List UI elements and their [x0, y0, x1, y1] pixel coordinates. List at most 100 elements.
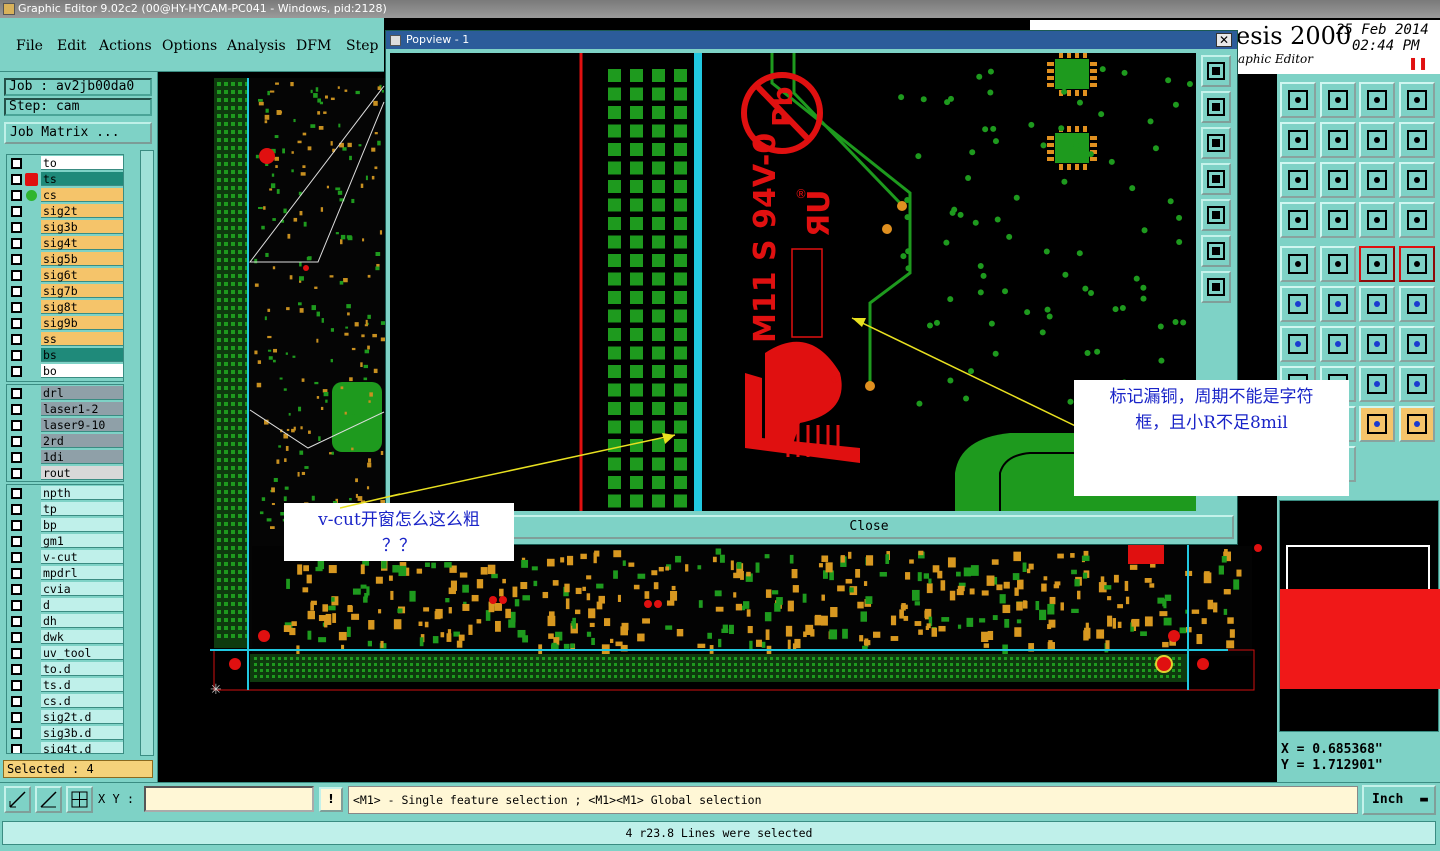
- zoom-home-icon[interactable]: [4, 786, 31, 813]
- xy-input[interactable]: [144, 786, 314, 812]
- layer-checkbox[interactable]: [11, 744, 22, 753]
- layer-row[interactable]: sig6t: [7, 268, 125, 283]
- center-icon[interactable]: [1320, 162, 1356, 198]
- zoom-out-icon[interactable]: [1201, 127, 1231, 159]
- layer-row[interactable]: bp: [7, 518, 123, 533]
- layer-checkbox[interactable]: [11, 350, 22, 361]
- layer-checkbox[interactable]: [11, 174, 22, 185]
- layer-row[interactable]: sig2t.d: [7, 710, 123, 725]
- layer-row[interactable]: drl: [7, 386, 125, 401]
- node-icon[interactable]: [1359, 286, 1395, 322]
- layer-checkbox[interactable]: [11, 206, 22, 217]
- layer-row[interactable]: laser1-2: [7, 402, 125, 417]
- layer-checkbox[interactable]: [11, 318, 22, 329]
- recenter-icon[interactable]: [1201, 271, 1231, 303]
- zoom-fit-icon[interactable]: [1201, 55, 1231, 87]
- filter-icon[interactable]: [1399, 202, 1435, 238]
- layer-row[interactable]: sig9b: [7, 316, 125, 331]
- layer-row[interactable]: sig2t: [7, 204, 125, 219]
- layer-checkbox[interactable]: [11, 270, 22, 281]
- fit-icon[interactable]: [1280, 162, 1316, 198]
- layer-row[interactable]: gm1: [7, 534, 123, 549]
- layer-row[interactable]: sig3b.d: [7, 726, 123, 741]
- move-right-icon[interactable]: [1320, 122, 1356, 158]
- layer-row[interactable]: npth: [7, 486, 123, 501]
- layer-row[interactable]: ts: [7, 172, 125, 187]
- box-select-icon[interactable]: [1399, 246, 1435, 282]
- pan-left-icon[interactable]: [1201, 163, 1231, 195]
- home-icon[interactable]: [1359, 82, 1395, 118]
- layer-checkbox[interactable]: [11, 254, 22, 265]
- layer-checkbox[interactable]: [11, 600, 22, 611]
- layer-row[interactable]: sig5b: [7, 252, 125, 267]
- layer-row[interactable]: v-cut: [7, 550, 123, 565]
- layer-checkbox[interactable]: [11, 158, 22, 169]
- layer-row[interactable]: mpdrl: [7, 566, 123, 581]
- layer-row[interactable]: cs.d: [7, 694, 123, 709]
- line-icon[interactable]: [1320, 326, 1356, 362]
- layers-icon[interactable]: [1359, 202, 1395, 238]
- layer-row[interactable]: ts.d: [7, 678, 123, 693]
- snap-c-icon[interactable]: [1359, 406, 1395, 442]
- mirror-icon[interactable]: [1399, 326, 1435, 362]
- layer-row[interactable]: sig4t.d: [7, 742, 123, 753]
- layer-checkbox[interactable]: [11, 536, 22, 547]
- layer-row[interactable]: to: [7, 156, 125, 171]
- select-icon[interactable]: [1280, 246, 1316, 282]
- layer-checkbox[interactable]: [11, 664, 22, 675]
- layer-row[interactable]: to.d: [7, 662, 123, 677]
- blank-icon[interactable]: [1359, 366, 1395, 402]
- snap-icon[interactable]: [1399, 122, 1435, 158]
- connect-icon[interactable]: [1280, 286, 1316, 322]
- menu-analysis[interactable]: Analysis: [227, 38, 286, 54]
- cross-icon[interactable]: [1320, 286, 1356, 322]
- layer-checkbox[interactable]: [11, 468, 22, 479]
- layer-row[interactable]: 2rd: [7, 434, 125, 449]
- layer-row[interactable]: sig4t: [7, 236, 125, 251]
- layer-row[interactable]: cs: [7, 188, 125, 203]
- menu-actions[interactable]: Actions: [99, 38, 152, 54]
- layer-checkbox[interactable]: [11, 452, 22, 463]
- edit-shape-icon[interactable]: [1320, 246, 1356, 282]
- measure-icon[interactable]: [35, 786, 62, 813]
- layer-checkbox[interactable]: [11, 616, 22, 627]
- group-icon[interactable]: [1399, 366, 1435, 402]
- grid-tool-icon[interactable]: [1320, 202, 1356, 238]
- menu-file[interactable]: File: [16, 38, 43, 54]
- layer-checkbox[interactable]: [11, 302, 22, 313]
- menu-edit[interactable]: Edit: [57, 38, 86, 54]
- layer-row[interactable]: bs: [7, 348, 125, 363]
- ruler-icon[interactable]: [1359, 246, 1395, 282]
- layer-row[interactable]: sig3b: [7, 220, 125, 235]
- layer-row[interactable]: dh: [7, 614, 123, 629]
- job-matrix-button[interactable]: Job Matrix ...: [4, 122, 152, 144]
- snap-d-icon[interactable]: [1399, 406, 1435, 442]
- units-selector[interactable]: Inch ▬: [1362, 785, 1436, 815]
- popview-close-icon[interactable]: ✕: [1216, 33, 1232, 47]
- layer-checkbox[interactable]: [11, 366, 22, 377]
- layer-checkbox[interactable]: [11, 334, 22, 345]
- affected-layer-icon[interactable]: [26, 190, 37, 201]
- layer-checkbox[interactable]: [11, 404, 22, 415]
- layer-checkbox[interactable]: [11, 238, 22, 249]
- node-add-icon[interactable]: [1399, 286, 1435, 322]
- zoom-in-icon[interactable]: [1201, 91, 1231, 123]
- undo-icon[interactable]: [1280, 82, 1316, 118]
- move-left-icon[interactable]: [1280, 122, 1316, 158]
- layer-row[interactable]: bo: [7, 364, 125, 379]
- angle-icon[interactable]: [1280, 326, 1316, 362]
- layer-row[interactable]: d: [7, 598, 123, 613]
- pan-right-icon[interactable]: [1201, 199, 1231, 231]
- redo-icon[interactable]: [1320, 82, 1356, 118]
- layer-checkbox[interactable]: [11, 488, 22, 499]
- grid-icon[interactable]: [66, 786, 93, 813]
- layer-checkbox[interactable]: [11, 436, 22, 447]
- layer-row[interactable]: sig7b: [7, 284, 125, 299]
- split-view-icon[interactable]: [1399, 82, 1435, 118]
- scale-icon[interactable]: [1359, 162, 1395, 198]
- popview-close-button[interactable]: Close: [504, 515, 1234, 539]
- layer-checkbox[interactable]: [11, 648, 22, 659]
- layer-row[interactable]: cvia: [7, 582, 123, 597]
- layer-checkbox[interactable]: [11, 632, 22, 643]
- layer-list-scrollbar[interactable]: [140, 150, 154, 756]
